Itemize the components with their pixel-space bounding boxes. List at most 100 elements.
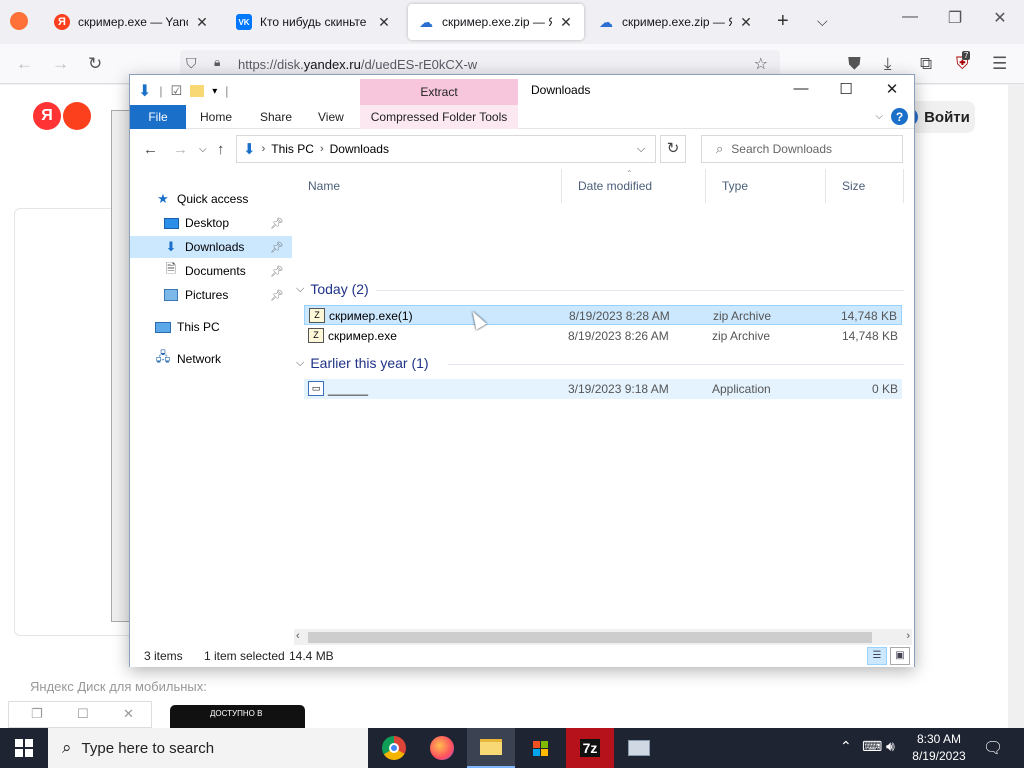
chevron-down-icon[interactable]: ⌵: [629, 136, 653, 162]
column-type[interactable]: Type: [706, 169, 826, 203]
close-window-icon[interactable]: ✕: [980, 8, 1020, 28]
column-name[interactable]: Name: [292, 169, 562, 203]
maximize-icon[interactable]: ❐: [935, 8, 975, 28]
taskbar-search[interactable]: ⌕ Type here to search: [48, 728, 368, 768]
restore-icon[interactable]: ❐: [31, 706, 43, 722]
close-tab-icon[interactable]: ✕: [194, 14, 210, 31]
column-date-modified[interactable]: Date modified: [562, 169, 706, 203]
start-button[interactable]: [0, 728, 48, 768]
maximize-icon[interactable]: ☐: [823, 80, 869, 98]
yandex-logo[interactable]: Я: [33, 102, 91, 130]
list-all-tabs-icon[interactable]: ⌵: [817, 13, 828, 30]
ribbon-tabs: File Home Share View Compressed Folder T…: [130, 105, 914, 129]
extract-contextual-tab[interactable]: Extract: [360, 79, 518, 105]
tab-view[interactable]: View: [310, 105, 352, 129]
new-tab-icon[interactable]: +: [777, 10, 789, 33]
lock-icon[interactable]: 🔒︎: [214, 55, 220, 70]
close-icon[interactable]: ✕: [123, 706, 134, 722]
file-row[interactable]: ▭ ______ 3/19/2023 9:18 AM Application 0…: [304, 379, 902, 399]
nav-pictures[interactable]: Pictures 📌︎: [130, 284, 292, 306]
close-tab-icon[interactable]: ✕: [376, 14, 392, 31]
tab-file[interactable]: File: [130, 105, 186, 129]
minimize-icon[interactable]: —: [778, 80, 824, 97]
file-explorer-taskbar-button[interactable]: [467, 728, 515, 768]
file-row[interactable]: Z скример.exe(1) 8/19/2023 8:28 AM zip A…: [304, 305, 902, 325]
close-tab-icon[interactable]: ✕: [558, 14, 574, 31]
maximize-icon[interactable]: ☐: [77, 706, 89, 722]
nav-this-pc[interactable]: This PC: [130, 316, 292, 338]
tab-compressed-folder-tools[interactable]: Compressed Folder Tools: [360, 105, 518, 129]
browser-tab-active[interactable]: ☁ скример.exe.zip — Ян ✕: [408, 4, 584, 40]
pin-icon[interactable]: 📌︎: [270, 265, 284, 278]
large-icons-view-icon[interactable]: ▣: [890, 647, 910, 665]
volume-icon[interactable]: 🔊︎: [886, 738, 895, 755]
breadcrumb-downloads[interactable]: Downloads: [330, 142, 389, 156]
firefox-view-icon[interactable]: [10, 12, 28, 30]
tab-share[interactable]: Share: [252, 105, 300, 129]
back-icon[interactable]: ←: [143, 141, 158, 158]
tab-home[interactable]: Home: [192, 105, 240, 129]
downloads-icon[interactable]: ⤓: [884, 54, 892, 74]
chevron-right-icon[interactable]: ›: [262, 143, 266, 155]
extensions-icon[interactable]: ⧉: [920, 54, 932, 74]
scrollbar-thumb[interactable]: [308, 632, 872, 643]
pin-icon[interactable]: 📌︎: [270, 241, 284, 254]
expand-ribbon-icon[interactable]: ⌵: [875, 111, 883, 122]
help-icon[interactable]: ?: [891, 108, 908, 125]
chevron-down-icon[interactable]: ⌵: [296, 357, 304, 370]
chevron-right-icon[interactable]: ›: [320, 143, 324, 155]
customize-toolbar-icon[interactable]: ▾: [212, 86, 217, 97]
forward-icon[interactable]: →: [173, 141, 188, 158]
minimize-icon[interactable]: —: [890, 8, 930, 26]
group-header-earlier[interactable]: ⌵ Earlier this year (1): [296, 352, 429, 374]
column-size[interactable]: Size: [826, 169, 904, 203]
notifications-icon[interactable]: 🗨︎: [983, 738, 1003, 758]
address-bar[interactable]: ⬇ › This PC › Downloads ⌵: [236, 135, 656, 163]
store-taskbar-button[interactable]: [516, 728, 564, 768]
close-tab-icon[interactable]: ✕: [738, 14, 754, 31]
nav-network[interactable]: 🖧︎ Network: [130, 348, 292, 370]
reload-icon[interactable]: ↻: [88, 54, 102, 74]
group-header-today[interactable]: ⌵ Today (2): [296, 278, 369, 300]
download-arrow-icon: ⬇: [138, 83, 152, 100]
horizontal-scrollbar[interactable]: ‹ ›: [294, 629, 912, 646]
pin-icon[interactable]: 📌︎: [270, 217, 284, 230]
page-scrollbar[interactable]: [1008, 85, 1024, 728]
bookmark-star-icon[interactable]: ☆: [754, 54, 768, 74]
refresh-icon[interactable]: ↻: [660, 135, 686, 163]
forward-icon[interactable]: →: [52, 54, 69, 74]
nav-downloads[interactable]: ⬇ Downloads 📌︎: [130, 236, 292, 258]
scroll-right-icon[interactable]: ›: [906, 630, 910, 642]
firefox-taskbar-button[interactable]: [418, 728, 466, 768]
browser-tab[interactable]: ☁ скример.exe.zip — Ян ✕: [588, 4, 764, 40]
recent-locations-icon[interactable]: ⌵: [199, 144, 207, 155]
pin-icon[interactable]: 📌︎: [270, 289, 284, 302]
scroll-left-icon[interactable]: ‹: [296, 630, 300, 642]
details-view-icon[interactable]: ☰: [867, 647, 887, 665]
nav-desktop[interactable]: Desktop 📌︎: [130, 212, 292, 234]
nav-quick-access[interactable]: ★ Quick access: [130, 188, 292, 210]
pocket-icon[interactable]: ⛊: [848, 54, 861, 74]
clock[interactable]: 8:30 AM 8/19/2023: [904, 731, 974, 765]
breadcrumb-this-pc[interactable]: This PC: [271, 142, 314, 156]
up-icon[interactable]: ↑: [217, 141, 225, 158]
chrome-taskbar-button[interactable]: [370, 728, 418, 768]
7zip-taskbar-button[interactable]: 7z: [566, 728, 614, 768]
shield-icon[interactable]: ⛉: [186, 55, 197, 72]
new-folder-icon[interactable]: [190, 85, 205, 97]
app-taskbar-button[interactable]: [615, 728, 663, 768]
chevron-down-icon[interactable]: ⌵: [296, 283, 304, 296]
network-status-icon[interactable]: ⌨: [862, 738, 882, 755]
menu-icon[interactable]: ☰: [992, 54, 1007, 74]
close-icon[interactable]: ✕: [869, 80, 915, 98]
file-row[interactable]: Z скример.exe 8/19/2023 8:26 AM zip Arch…: [304, 326, 902, 346]
nav-documents[interactable]: 🗎︎ Documents 📌︎: [130, 260, 292, 282]
browser-tab[interactable]: Я скример.exe — Yande ✕: [44, 4, 220, 40]
show-hidden-icons-icon[interactable]: ⌃: [840, 738, 852, 755]
google-play-badge[interactable]: ДОСТУПНО В: [170, 705, 305, 728]
search-input[interactable]: ⌕ Search Downloads: [701, 135, 903, 163]
navigation-pane: ★ Quick access Desktop 📌︎ ⬇ Downloads 📌︎…: [130, 169, 292, 647]
properties-icon[interactable]: ☑: [171, 83, 183, 99]
browser-tab[interactable]: VK Кто нибудь скиньте ск ✕: [226, 4, 402, 40]
back-icon[interactable]: ←: [16, 54, 33, 74]
